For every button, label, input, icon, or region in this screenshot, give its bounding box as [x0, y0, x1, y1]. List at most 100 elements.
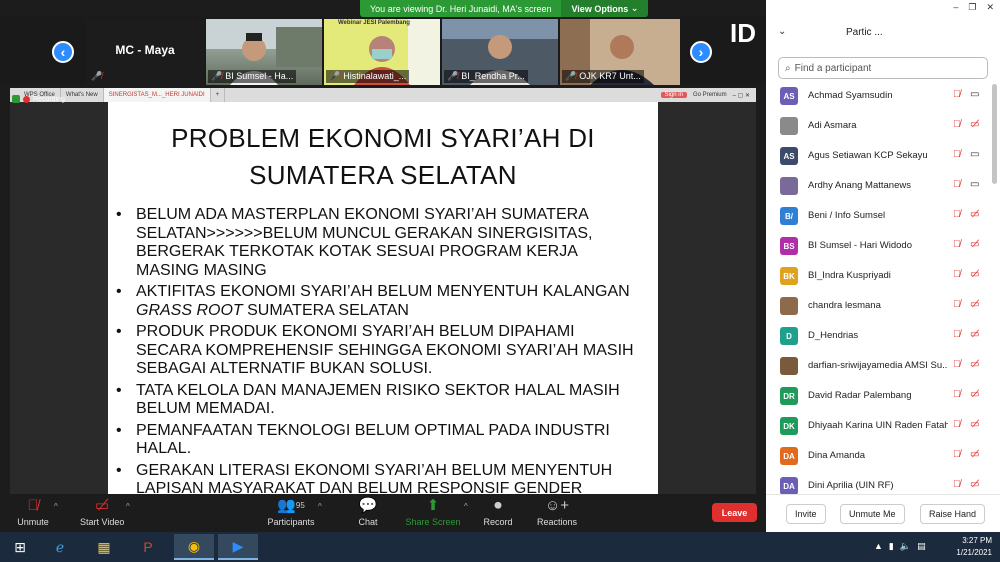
mic-muted-icon[interactable]: 🎙̸: [953, 389, 961, 400]
video-off-icon[interactable]: ▭̸: [970, 449, 979, 460]
mic-muted-icon[interactable]: 🎙̸: [953, 269, 961, 280]
participant-row[interactable]: darfian-sriwijayamedia AMSI Su... 🎙̸ ▭̸: [766, 354, 992, 384]
participant-row[interactable]: Ardhy Anang Mattanews 🎙̸ ▭: [766, 174, 992, 204]
clock-time: 3:27 PM: [962, 536, 992, 545]
leave-button[interactable]: Leave: [712, 503, 757, 522]
audio-options-caret[interactable]: ^: [54, 502, 58, 511]
zoom-icon[interactable]: ▶: [218, 534, 258, 560]
mic-muted-icon[interactable]: 🎙̸: [953, 359, 961, 370]
video-off-icon[interactable]: ▭̸: [970, 389, 979, 400]
record-icon: ⏺: [494, 497, 502, 514]
participant-row[interactable]: AS Achmad Syamsudin 🎙̸ ▭: [766, 84, 992, 114]
windows-start-icon[interactable]: ⊞: [0, 534, 40, 560]
avatar: DA: [780, 447, 798, 465]
mic-muted-icon[interactable]: 🎙̸: [953, 239, 961, 250]
internet-explorer-icon[interactable]: ℯ: [40, 534, 80, 560]
video-tile-3[interactable]: 🎤̸ BI_Rendha Pr...: [442, 19, 558, 85]
unmute-button[interactable]: 🎙̸ Unmute: [14, 496, 52, 527]
participant-row[interactable]: chandra lesmana 🎙̸ ▭̸: [766, 294, 992, 324]
participants-options-caret[interactable]: ^: [318, 502, 322, 511]
video-tile-1[interactable]: 🎤̸ BI Sumsel - Ha...: [206, 19, 322, 85]
video-off-icon[interactable]: ▭̸: [970, 359, 979, 370]
video-off-icon[interactable]: ▭̸: [970, 329, 979, 340]
raise-hand-button[interactable]: Raise Hand: [920, 504, 986, 524]
slide-bullet: PEMANFAATAN TEKNOLOGI BELUM OPTIMAL PADA…: [116, 422, 640, 459]
mic-muted-icon[interactable]: 🎙̸: [953, 479, 961, 490]
mic-muted-icon[interactable]: 🎙̸: [953, 419, 961, 430]
video-off-icon[interactable]: ▭̸: [970, 119, 979, 130]
record-button[interactable]: ⏺ Record: [482, 496, 514, 527]
participant-list: AS Achmad Syamsudin 🎙̸ ▭ Adi Asmara 🎙̸ ▭̸ AS Agu…: [766, 84, 992, 494]
share-options-caret[interactable]: ^: [464, 502, 468, 511]
clock[interactable]: 3:27 PM 1/21/2021: [956, 535, 992, 559]
video-icon[interactable]: ▭: [970, 149, 979, 160]
restore-icon[interactable]: ❐: [968, 2, 976, 13]
participant-row[interactable]: B/Beni / Info Sumsel 🎙̸ ▭̸: [766, 204, 992, 234]
network-icon[interactable]: ▮: [889, 541, 894, 552]
mic-muted-icon[interactable]: 🎙̸: [953, 299, 961, 310]
system-tray: ▲ ▮ 🔈 ▤: [874, 541, 926, 552]
participant-row[interactable]: DA Dini Aprilia (UIN RF) 🎙̸ ▭̸: [766, 474, 992, 494]
video-off-icon[interactable]: ▭̸: [970, 239, 979, 250]
participant-row[interactable]: DK Dhiyaah Karina UIN Raden Fatah 🎙̸ ▭̸: [766, 414, 992, 444]
participant-row[interactable]: AS Agus Setiawan KCP Sekayu 🎙̸ ▭: [766, 144, 992, 174]
mic-muted-icon: 🎤̸: [211, 71, 223, 81]
prev-page-button[interactable]: ‹: [52, 41, 74, 63]
participant-row[interactable]: Adi Asmara 🎙̸ ▭̸: [766, 114, 992, 144]
participant-row[interactable]: DA Dina Amanda 🎙̸ ▭̸: [766, 444, 992, 474]
participants-button[interactable]: 👥95 Participants: [266, 496, 316, 527]
invite-button[interactable]: Invite: [786, 504, 826, 524]
participant-row[interactable]: D D_Hendrias 🎙̸ ▭̸: [766, 324, 992, 354]
reactions-button[interactable]: ☺+ Reactions: [536, 496, 578, 527]
search-participant-input[interactable]: ⌕ Find a participant: [778, 57, 988, 79]
participant-name: D_Hendrias: [808, 330, 859, 341]
participant-name: Adi Asmara: [808, 120, 857, 131]
video-tile-mc[interactable]: MC - Maya 🎤̸: [86, 19, 204, 85]
share-screen-button[interactable]: ⬆ Share Screen: [404, 496, 462, 527]
mic-muted-icon: 🎤̸: [91, 71, 103, 81]
video-off-icon[interactable]: ▭̸: [970, 299, 979, 310]
file-explorer-icon[interactable]: ▦: [84, 534, 124, 560]
tile-name: 🎤̸ Histinalawati_...: [326, 70, 410, 83]
volume-icon[interactable]: 🔈: [900, 541, 911, 552]
chat-button[interactable]: 💬 Chat: [354, 496, 382, 527]
mic-muted-icon: 🎤̸: [447, 71, 459, 81]
shared-new-tab-icon: +: [211, 88, 226, 102]
view-options-button[interactable]: View Options ⌄: [561, 0, 649, 17]
video-tile-2[interactable]: Webinar JESI Palembang 🎤̸ Histinalawati_.…: [324, 19, 440, 85]
unmute-me-button[interactable]: Unmute Me: [840, 504, 905, 524]
video-off-icon[interactable]: ▭̸: [970, 209, 979, 220]
language-icon[interactable]: ▤: [917, 541, 926, 552]
video-icon[interactable]: ▭: [970, 89, 979, 100]
tile-muted: 🎤̸: [88, 70, 108, 83]
video-options-caret[interactable]: ^: [126, 502, 130, 511]
window-controls-icon: – ▢ ✕: [732, 92, 750, 99]
mic-muted-icon[interactable]: 🎙̸: [953, 179, 961, 190]
participant-row[interactable]: BK BI_Indra Kuspriyadi 🎙̸ ▭̸: [766, 264, 992, 294]
participant-list-scrollbar[interactable]: [992, 84, 997, 184]
video-icon[interactable]: ▭: [970, 179, 979, 190]
participant-row[interactable]: BS BI Sumsel - Hari Widodo 🎙̸ ▭̸: [766, 234, 992, 264]
video-off-icon[interactable]: ▭̸: [970, 479, 979, 490]
mic-muted-icon[interactable]: 🎙̸: [953, 89, 961, 100]
collapse-chevron-icon[interactable]: ⌄: [778, 26, 786, 37]
mic-muted-icon[interactable]: 🎙̸: [953, 209, 961, 220]
meeting-toolbar: 🎙̸ Unmute ^ ▭̸ Start Video ^ 👥95 Partici…: [0, 494, 766, 532]
participant-name: Dina Amanda: [808, 450, 866, 461]
tray-expand-icon[interactable]: ▲: [874, 541, 883, 552]
video-tile-4[interactable]: 🎤̸ OJK KR7 Unt...: [560, 19, 680, 85]
mic-muted-icon[interactable]: 🎙̸: [953, 119, 961, 130]
mic-muted-icon[interactable]: 🎙̸: [953, 329, 961, 340]
next-page-button[interactable]: ›: [690, 41, 712, 63]
powerpoint-icon[interactable]: P: [128, 534, 168, 560]
minimize-icon[interactable]: –: [953, 2, 958, 13]
participant-name: Dhiyaah Karina UIN Raden Fatah: [808, 420, 948, 431]
participant-row[interactable]: DR David Radar Palembang 🎙̸ ▭̸: [766, 384, 992, 414]
close-icon[interactable]: ✕: [986, 2, 994, 13]
mic-muted-icon[interactable]: 🎙̸: [953, 449, 961, 460]
start-video-button[interactable]: ▭̸ Start Video: [80, 496, 124, 527]
video-off-icon[interactable]: ▭̸: [970, 419, 979, 430]
video-off-icon[interactable]: ▭̸: [970, 269, 979, 280]
mic-muted-icon[interactable]: 🎙̸: [953, 149, 961, 160]
chrome-icon[interactable]: ◉: [174, 534, 214, 560]
